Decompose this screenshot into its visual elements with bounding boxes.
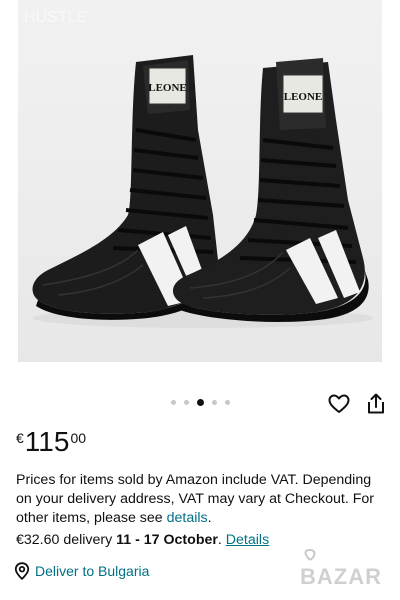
- delivery-dates: 11 - 17 October: [116, 532, 218, 548]
- vat-notice: Prices for items sold by Amazon include …: [16, 471, 378, 528]
- vat-notice-trailing: .: [207, 510, 212, 526]
- share-icon: [368, 393, 384, 414]
- carousel-dot-active[interactable]: [196, 398, 204, 406]
- delivery-price: €32.60 delivery: [16, 532, 117, 548]
- product-image[interactable]: HUSTLE LEONE LEONE: [18, 0, 382, 362]
- price-whole: 115: [24, 426, 70, 457]
- carousel-dot[interactable]: [211, 399, 217, 405]
- price-currency: €: [16, 430, 24, 446]
- deliver-to-location[interactable]: Deliver to Bulgaria: [14, 562, 149, 580]
- location-pin-icon: [14, 562, 30, 580]
- delivery-info: €32.60 delivery 11 - 17 October. Details: [16, 531, 269, 550]
- svg-text:BAZAR: BAZAR: [300, 564, 382, 589]
- delivery-details-link[interactable]: Details: [226, 532, 269, 548]
- share-button[interactable]: [364, 392, 388, 416]
- price: € 115 00: [16, 426, 86, 458]
- wishlist-button[interactable]: [327, 392, 351, 416]
- left-boot-brand: LEONE: [148, 82, 187, 94]
- carousel-dot[interactable]: [183, 399, 189, 405]
- delivery-separator: .: [217, 532, 226, 548]
- carousel-dot[interactable]: [224, 399, 230, 405]
- deliver-to-label[interactable]: Deliver to Bulgaria: [35, 562, 149, 580]
- bazar-watermark-logo: BAZAR: [296, 548, 396, 592]
- carousel-dot[interactable]: [170, 399, 176, 405]
- right-boot-brand: LEONE: [284, 91, 323, 103]
- image-watermark-text: HUSTLE: [24, 9, 87, 26]
- heart-outline-icon: [328, 394, 350, 413]
- price-fraction: 00: [70, 430, 87, 446]
- vat-details-link[interactable]: details: [167, 510, 208, 526]
